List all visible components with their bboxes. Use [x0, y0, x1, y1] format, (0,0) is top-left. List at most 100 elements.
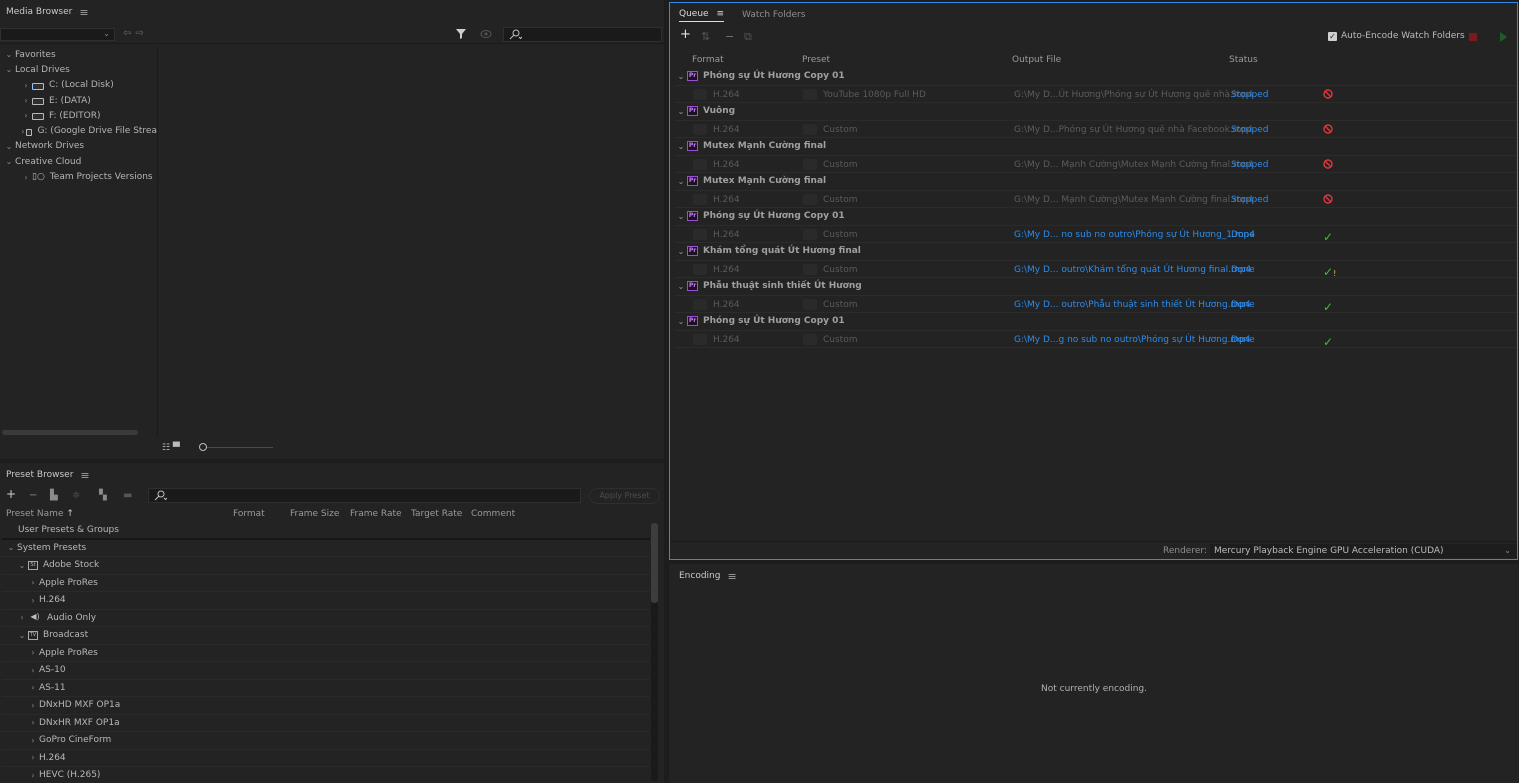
preset-row[interactable]: › H.264 [2, 592, 650, 610]
preset-row[interactable]: › GoPro CineForm [2, 732, 650, 750]
chevron-right-icon[interactable]: › [27, 578, 39, 587]
duplicate-item-icon[interactable]: ⧉ [744, 30, 752, 44]
add-source-icon[interactable]: + [680, 27, 691, 42]
chevron-right-icon[interactable]: › [27, 753, 39, 762]
chevron-down-icon[interactable]: ⌄ [3, 50, 15, 59]
queue-output-row[interactable]: H.264 YouTube 1080p Full HD G:\My D...Út H… [675, 86, 1517, 103]
chevron-down-icon[interactable]: ⌄ [16, 561, 28, 570]
thumbnail-size-slider[interactable] [199, 443, 275, 452]
col-preset-name[interactable]: Preset Name ↑ [6, 509, 74, 519]
queue-output-row[interactable]: H.264 Custom G:\My D... outro\Phẫu thuật s… [675, 296, 1517, 314]
start-queue-button[interactable] [1500, 32, 1507, 42]
preset-dropdown[interactable] [803, 193, 817, 205]
nav-arrows[interactable]: ⇦⇨ [123, 28, 148, 39]
preset-dropdown[interactable] [803, 228, 817, 240]
output-file-link[interactable]: G:\My D... outro\Khám tổng quát Út Hương… [1014, 265, 1251, 275]
chevron-down-icon[interactable]: ⌄ [675, 107, 687, 116]
preset-row[interactable]: › ◀) Audio Only [2, 610, 650, 627]
output-file-link[interactable]: G:\My D... Mạnh Cường\Mutex Mạnh Cường f… [1014, 195, 1253, 205]
tree-item[interactable]: ⌄ Local Drives [0, 62, 157, 77]
col-format[interactable]: Format [692, 55, 724, 65]
preset-value[interactable]: Custom [823, 265, 857, 275]
col-format[interactable]: Format [233, 509, 265, 519]
chevron-right-icon[interactable]: › [20, 173, 32, 182]
import-preset-icon[interactable]: ▙ [50, 490, 58, 501]
chevron-right-icon[interactable]: › [27, 596, 39, 605]
preset-dropdown[interactable] [803, 88, 817, 100]
export-preset-icon[interactable]: ▬ [123, 490, 132, 501]
queue-output-row[interactable]: H.264 Custom G:\My D... no sub no outro\Ph… [675, 226, 1517, 244]
format-value[interactable]: H.264 [713, 230, 740, 240]
chevron-right-icon[interactable]: › [20, 111, 32, 120]
tree-item[interactable]: › G: (Google Drive File Strea [0, 123, 157, 138]
queue-source-row[interactable]: ⌄ Pr Khám tổng quát Út Hương final [675, 243, 1517, 261]
format-dropdown[interactable] [693, 333, 707, 345]
format-dropdown[interactable] [693, 88, 707, 100]
new-group-icon[interactable]: ▚ [99, 490, 107, 501]
preset-row[interactable]: › DNxHR MXF OP1a [2, 715, 650, 732]
preset-value[interactable]: Custom [823, 230, 857, 240]
format-dropdown[interactable] [693, 263, 707, 275]
preset-value[interactable]: Custom [823, 300, 857, 310]
col-target-rate[interactable]: Target Rate [411, 509, 462, 519]
preset-value[interactable]: Custom [823, 125, 857, 135]
horizontal-scrollbar[interactable] [2, 430, 138, 435]
preset-dropdown[interactable] [803, 123, 817, 135]
preset-row[interactable]: › H.264 [2, 750, 650, 767]
preset-settings-icon[interactable]: ≑ [72, 490, 80, 501]
renderer-select[interactable]: Mercury Playback Engine GPU Acceleration… [1210, 544, 1517, 558]
preset-browser-menu-icon[interactable]: ≡ [80, 469, 89, 482]
chevron-right-icon[interactable]: › [27, 771, 39, 780]
format-value[interactable]: H.264 [713, 160, 740, 170]
preset-row[interactable]: › HEVC (H.265) [2, 767, 650, 783]
apply-preset-button[interactable]: Apply Preset [589, 488, 660, 504]
queue-output-row[interactable]: H.264 Custom G:\My D... outro\Khám tổng qu… [675, 261, 1517, 279]
remove-item-icon[interactable]: − [725, 30, 734, 43]
filter-icon[interactable] [455, 28, 467, 40]
media-browser-menu-icon[interactable]: ≡ [79, 6, 88, 19]
queue-source-row[interactable]: ⌄ Pr Phóng sự Út Hương Copy 01 [675, 68, 1517, 86]
format-value[interactable]: H.264 [713, 335, 740, 345]
chevron-right-icon[interactable]: › [27, 736, 39, 745]
encoding-menu-icon[interactable]: ≡ [727, 570, 736, 583]
view-icon[interactable] [480, 29, 492, 39]
queue-settings-icon[interactable]: ⇅ [701, 30, 710, 43]
queue-output-row[interactable]: H.264 Custom G:\My D... Mạnh Cường\Mutex M… [675, 156, 1517, 173]
chevron-down-icon[interactable]: ⌄ [675, 212, 687, 221]
output-file-link[interactable]: G:\My D... Mạnh Cường\Mutex Mạnh Cường f… [1014, 160, 1253, 170]
list-view-icon[interactable]: ☷ ▀ [162, 443, 180, 453]
auto-encode-checkbox[interactable]: ✓ Auto-Encode Watch Folders [1328, 31, 1465, 41]
chevron-right-icon[interactable]: › [27, 648, 39, 657]
queue-menu-icon[interactable]: ≡ [716, 9, 724, 19]
chevron-right-icon[interactable]: › [20, 81, 32, 90]
tab-watch-folders[interactable]: Watch Folders [742, 10, 805, 20]
format-value[interactable]: H.264 [713, 265, 740, 275]
location-dropdown[interactable]: ⌄ [0, 28, 115, 41]
preset-vertical-scrollbar[interactable] [651, 523, 658, 781]
add-preset-icon[interactable]: + [6, 487, 16, 501]
output-file-link[interactable]: G:\My D...Út Hương\Phóng sự Út Hương quê… [1014, 90, 1253, 100]
col-frame-size[interactable]: Frame Size [290, 509, 339, 519]
queue-source-row[interactable]: ⌄ Pr Phóng sự Út Hương Copy 01 [675, 208, 1517, 226]
preset-row[interactable]: › DNxHD MXF OP1a [2, 697, 650, 715]
preset-row[interactable]: User Presets & Groups [2, 522, 650, 540]
tree-item[interactable]: ⌄ Favorites [0, 47, 157, 62]
chevron-right-icon[interactable]: › [27, 683, 39, 692]
queue-source-row[interactable]: ⌄ Pr Phẫu thuật sinh thiết Út Hương [675, 278, 1517, 296]
chevron-right-icon[interactable]: › [20, 96, 32, 105]
format-value[interactable]: H.264 [713, 125, 740, 135]
tree-item[interactable]: ⌄ Creative Cloud [0, 154, 157, 169]
preset-row[interactable]: › AS-10 [2, 662, 650, 680]
tree-item[interactable]: › ▯○ Team Projects Versions [0, 169, 157, 184]
col-frame-rate[interactable]: Frame Rate [350, 509, 402, 519]
output-file-link[interactable]: G:\My D... outro\Phẫu thuật sinh thiết Ú… [1014, 300, 1251, 310]
col-output-file[interactable]: Output File [1012, 55, 1061, 65]
preset-dropdown[interactable] [803, 298, 817, 310]
chevron-down-icon[interactable]: ⌄ [675, 177, 687, 186]
tree-item[interactable]: › F: (EDITOR) [0, 108, 157, 123]
preset-value[interactable]: Custom [823, 160, 857, 170]
queue-output-row[interactable]: H.264 Custom G:\My D...Phóng sự Út Hương q… [675, 121, 1517, 138]
preset-row[interactable]: › Apple ProRes [2, 645, 650, 662]
chevron-down-icon[interactable]: ⌄ [675, 247, 687, 256]
queue-source-row[interactable]: ⌄ Pr Mutex Mạnh Cường final [675, 138, 1517, 156]
